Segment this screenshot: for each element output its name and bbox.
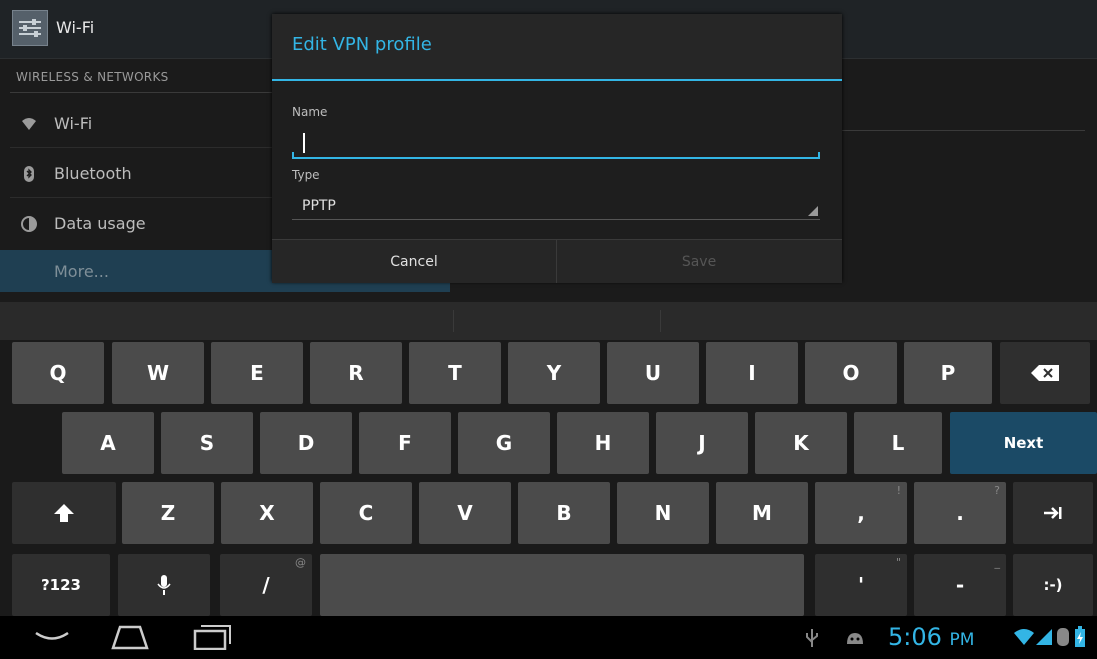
key-label: , [857,501,865,525]
name-field-underline [292,152,820,159]
next-key[interactable]: Next [950,412,1097,474]
key-q[interactable]: Q [12,342,104,404]
edit-vpn-dialog: Edit VPN profile Name Type PPTP Cancel S… [272,14,842,283]
key-p[interactable]: P [904,342,992,404]
key-i[interactable]: I [706,342,798,404]
key-c[interactable]: C [320,482,412,544]
wifi-icon [20,115,38,133]
dialog-button-bar: Cancel Save [272,239,842,283]
key-y[interactable]: Y [508,342,600,404]
suggestion-divider [660,310,661,332]
backspace-icon [1031,365,1059,381]
recent-apps-icon[interactable] [192,624,232,650]
key-hint: " [895,556,901,569]
key-x[interactable]: X [221,482,313,544]
shift-icon [54,504,74,522]
name-label: Name [292,105,328,119]
menu-item-label: Wi-Fi [54,114,93,133]
key-g[interactable]: G [458,412,550,474]
voice-input-key[interactable] [118,554,210,616]
battery-charging-icon [1075,626,1085,647]
key-s[interactable]: S [161,412,253,474]
cancel-button[interactable]: Cancel [272,240,556,283]
key-hint: _ [994,556,1001,569]
key-z[interactable]: Z [122,482,214,544]
menu-item-label: More... [54,262,109,281]
section-header: WIRELESS & NETWORKS [16,70,169,84]
dialog-title: Edit VPN profile [292,34,432,55]
comma-key[interactable]: , ! [815,482,907,544]
smiley-key[interactable]: :-) [1013,554,1093,616]
key-r[interactable]: R [310,342,402,404]
save-button[interactable]: Save [557,240,841,283]
key-v[interactable]: V [419,482,511,544]
soft-keyboard: Q W E R T Y U I O P A S D F G H J K L Ne… [0,340,1097,616]
type-selected-value: PPTP [302,198,336,214]
usb-icon [806,629,818,647]
dash-key[interactable]: - _ [914,554,1006,616]
backspace-key[interactable] [1000,342,1090,404]
detail-divider [840,130,1085,131]
menu-item-label: Data usage [54,214,146,233]
hide-keyboard-icon[interactable] [34,630,70,644]
key-o[interactable]: O [805,342,897,404]
key-f[interactable]: F [359,412,451,474]
key-label: / [262,573,270,597]
slash-key[interactable]: / @ [220,554,312,616]
key-t[interactable]: T [409,342,501,404]
key-l[interactable]: L [854,412,942,474]
key-w[interactable]: W [112,342,204,404]
cell-signal-icon [1036,629,1052,645]
suggestion-strip [0,302,1097,340]
tab-icon [1044,507,1062,519]
bluetooth-status-icon [1057,628,1069,646]
android-debug-icon [847,633,863,644]
data-usage-icon [20,215,38,233]
suggestion-divider [453,310,454,332]
clock-time: 5:06 [888,623,942,651]
spinner-triangle-icon [808,206,818,216]
space-key[interactable] [320,554,804,616]
dialog-body: Name Type PPTP [272,81,842,239]
key-k[interactable]: K [755,412,847,474]
shift-key[interactable] [12,482,116,544]
key-u[interactable]: U [607,342,699,404]
key-n[interactable]: N [617,482,709,544]
system-nav-bar: 5:06 PM [0,616,1097,659]
type-label: Type [292,168,320,182]
settings-app-icon[interactable] [12,10,48,46]
key-label: - [955,573,965,597]
bluetooth-icon [20,165,38,183]
tab-key[interactable] [1013,482,1093,544]
period-key[interactable]: . ? [914,482,1006,544]
key-label: . [956,501,964,525]
key-b[interactable]: B [518,482,610,544]
clock-ampm: PM [949,630,975,650]
page-title: Wi-Fi [56,18,95,37]
key-e[interactable]: E [211,342,303,404]
apostrophe-key[interactable]: ' " [815,554,907,616]
menu-item-label: Bluetooth [54,164,132,183]
key-j[interactable]: J [656,412,748,474]
key-h[interactable]: H [557,412,649,474]
key-hint: ! [896,484,901,497]
home-icon[interactable] [110,624,150,650]
key-d[interactable]: D [260,412,352,474]
text-cursor [303,133,305,153]
key-label: ' [857,573,865,597]
key-m[interactable]: M [716,482,808,544]
microphone-icon [157,575,171,595]
status-clock: 5:06 PM [888,623,974,651]
wifi-signal-icon [1014,629,1034,645]
key-hint: ? [994,484,1000,497]
key-hint: @ [295,556,306,569]
key-a[interactable]: A [62,412,154,474]
type-spinner[interactable]: PPTP [292,195,820,220]
symbols-key[interactable]: ?123 [12,554,110,616]
